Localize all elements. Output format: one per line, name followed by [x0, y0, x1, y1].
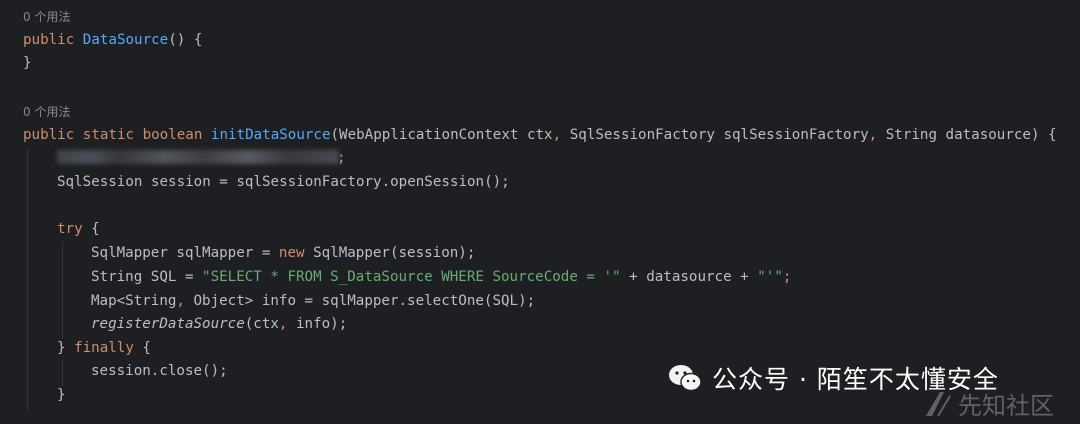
string-literal: "'" [757, 269, 783, 285]
string-literal: "SELECT * FROM S_DataSource WHERE Source… [202, 269, 621, 285]
indent-guide [62, 360, 63, 386]
site-watermark-text: 先知社区 [958, 392, 1054, 420]
code-line-register[interactable]: registerDataSource(ctx, info); [91, 313, 347, 335]
usage-hint[interactable]: 0 个用法 [23, 103, 70, 121]
code-text: (ctx [244, 316, 279, 332]
keyword: public static boolean [23, 127, 211, 143]
code-line-finally[interactable]: } finally { [57, 337, 151, 359]
keyword: public [23, 32, 83, 48]
code-line-map[interactable]: Map<String, Object> info = sqlMapper.sel… [91, 290, 535, 312]
code-text: Map<String [91, 293, 177, 309]
keyword: try [57, 221, 83, 237]
code-text: } [57, 387, 66, 403]
wechat-icon [668, 363, 702, 393]
code-text: SqlMapper(session); [304, 245, 476, 261]
keyword: finally [74, 340, 134, 356]
code-text: (WebApplicationContext ctx [330, 127, 553, 143]
code-text: SqlSessionFactory sqlSessionFactory [561, 127, 869, 143]
static-method-name: registerDataSource [91, 316, 245, 332]
comma: , [552, 127, 562, 143]
comma: , [176, 293, 185, 309]
code-text: Object> info = sqlMapper.selectOne(SQL); [184, 293, 536, 309]
code-line-sql[interactable]: String SQL = "SELECT * FROM S_DataSource… [91, 266, 791, 288]
code-text: { [82, 221, 100, 237]
usage-hint[interactable]: 0 个用法 [23, 8, 70, 26]
code-text: session.close(); [91, 363, 228, 379]
indent-guide [62, 242, 63, 338]
site-watermark: 先知社区 [924, 386, 1054, 421]
indent-guide [27, 148, 28, 410]
code-text: () { [168, 32, 203, 48]
code-line-redacted[interactable]: ; [337, 147, 346, 169]
code-text: { [133, 340, 151, 356]
method-name: DataSource [82, 32, 169, 48]
code-line-close-brace[interactable]: } [57, 384, 66, 406]
method-name: initDataSource [210, 127, 331, 143]
code-text: } [57, 340, 75, 356]
code-text: SqlSession session = sqlSessionFactory.o… [57, 174, 510, 190]
site-logo-icon [924, 390, 954, 418]
code-line-session[interactable]: SqlSession session = sqlSessionFactory.o… [57, 171, 510, 193]
code-text: info); [287, 316, 348, 332]
redacted-code [57, 150, 339, 164]
code-editor[interactable]: 0 个用法 public DataSource() { } 0 个用法 publ… [0, 0, 1080, 421]
code-text: String datasource) { [877, 127, 1057, 143]
code-text: } [23, 55, 32, 71]
code-line-close[interactable]: } [23, 52, 32, 74]
code-text: + datasource + [620, 269, 758, 285]
code-line-constructor[interactable]: public DataSource() { [23, 29, 202, 51]
code-text: String SQL = [91, 269, 203, 285]
semicolon: ; [337, 150, 346, 166]
comma: , [868, 127, 878, 143]
code-line-try[interactable]: try { [57, 218, 100, 240]
code-line-signature[interactable]: public static boolean initDataSource(Web… [23, 124, 1057, 146]
code-text: SqlMapper sqlMapper = [91, 245, 279, 261]
semicolon: ; [782, 269, 792, 285]
code-line-close-call[interactable]: session.close(); [91, 360, 228, 382]
code-line-mapper[interactable]: SqlMapper sqlMapper = new SqlMapper(sess… [91, 242, 475, 264]
keyword: new [278, 245, 305, 261]
